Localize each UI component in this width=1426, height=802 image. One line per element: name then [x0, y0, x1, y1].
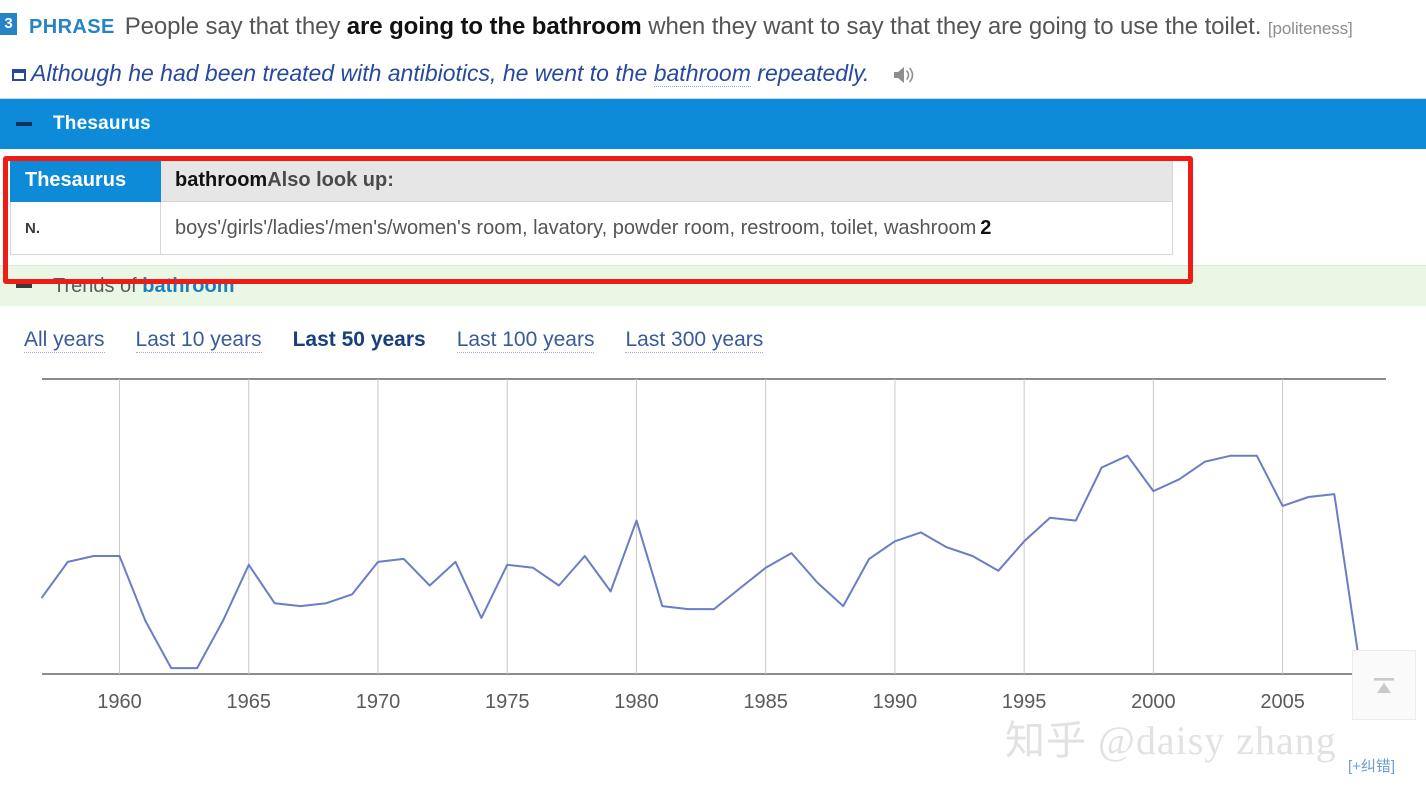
sense-number: 3	[0, 13, 17, 35]
thesaurus-label-cell: Thesaurus	[10, 159, 161, 202]
range-link-all-years[interactable]: All years	[24, 328, 105, 353]
x-axis-tick-label: 1985	[743, 691, 788, 713]
x-axis-tick-label: 1990	[872, 691, 918, 713]
trends-title-prefix: Trends of	[53, 274, 143, 297]
thesaurus-table: Thesaurus bathroomAlso look up: N. boys'…	[10, 159, 1173, 255]
table-row: N. boys'/girls'/ladies'/men's/women's ro…	[10, 201, 1173, 255]
x-axis-tick-label: 2005	[1260, 691, 1305, 713]
trends-title-keyword[interactable]: bathroom	[142, 275, 234, 297]
x-axis-tick-label: 1960	[97, 691, 142, 713]
thesaurus-synonyms-cell[interactable]: boys'/girls'/ladies'/men's/women's room,…	[160, 201, 1173, 255]
sense-block: 3 PHRASE People say that they are going to…	[0, 0, 1426, 49]
definition-phrase: are going to the bathroom	[346, 13, 642, 40]
x-axis-tick-label: 1975	[484, 691, 530, 713]
thesaurus-pos-cell: N.	[10, 201, 161, 255]
x-axis-tick-label: 1970	[355, 691, 401, 713]
report-error-link[interactable]: [+纠错]	[1348, 755, 1395, 776]
example-sentence-row: Although he had been treated with antibi…	[0, 49, 1426, 98]
definition-text-after: when they want to say that they are goin…	[641, 13, 1262, 40]
trends-section-bar[interactable]: Trends of bathroom	[0, 265, 1426, 306]
definition-text-before: People say that they	[124, 13, 347, 40]
example-text-before: Although he had been treated with antibi…	[31, 60, 654, 86]
table-row: Thesaurus bathroomAlso look up:	[10, 159, 1173, 202]
year-range-tabs: All years Last 10 years Last 50 years La…	[0, 306, 1426, 353]
part-of-speech-tag: PHRASE	[29, 16, 115, 38]
x-axis-tick-label: 1995	[1001, 691, 1047, 713]
trends-chart	[0, 371, 1426, 691]
synonyms-list[interactable]: boys'/girls'/ladies'/men's/women's room,…	[175, 217, 976, 239]
thesaurus-headword: bathroom	[175, 169, 268, 191]
chart-x-axis-labels: 1960 1965 1970 1975 1980 1985 1990 1995 2000 2005	[0, 691, 1426, 723]
range-link-last-10-years[interactable]: Last 10 years	[135, 328, 262, 353]
also-look-up-label: Also look up:	[267, 169, 394, 191]
synonyms-count: 2	[980, 216, 992, 239]
example-sentence: Although he had been treated with antibi…	[31, 58, 869, 88]
example-text-after: repeatedly.	[750, 60, 870, 86]
x-axis-tick-label: 1965	[226, 691, 272, 713]
thesaurus-table-wrapper: Thesaurus bathroomAlso look up: N. boys'…	[0, 149, 1426, 284]
trends-section-title: Trends of bathroom	[53, 275, 235, 298]
speaker-icon[interactable]	[891, 64, 917, 86]
trends-chart-svg	[41, 378, 1386, 675]
scroll-to-top-button[interactable]	[1352, 650, 1416, 720]
arrow-up-icon	[1374, 678, 1394, 693]
thesaurus-headword-cell: bathroomAlso look up:	[160, 159, 1173, 202]
x-axis-tick-label: 1980	[614, 691, 659, 713]
thesaurus-section-title: Thesaurus	[53, 113, 151, 134]
example-bullet-icon	[12, 69, 26, 81]
range-link-last-50-years[interactable]: Last 50 years	[293, 328, 426, 352]
register-label: [politeness]	[1267, 19, 1353, 38]
range-link-last-100-years[interactable]: Last 100 years	[456, 328, 595, 353]
x-axis-tick-label: 2000	[1131, 691, 1176, 713]
minus-icon[interactable]	[16, 284, 32, 288]
minus-icon[interactable]	[16, 122, 32, 126]
thesaurus-section-bar[interactable]: Thesaurus	[0, 98, 1426, 149]
range-link-last-300-years[interactable]: Last 300 years	[625, 328, 764, 353]
example-keyword: bathroom	[653, 60, 751, 87]
sense-definition: 3 PHRASE People say that they are going to…	[0, 6, 1412, 49]
